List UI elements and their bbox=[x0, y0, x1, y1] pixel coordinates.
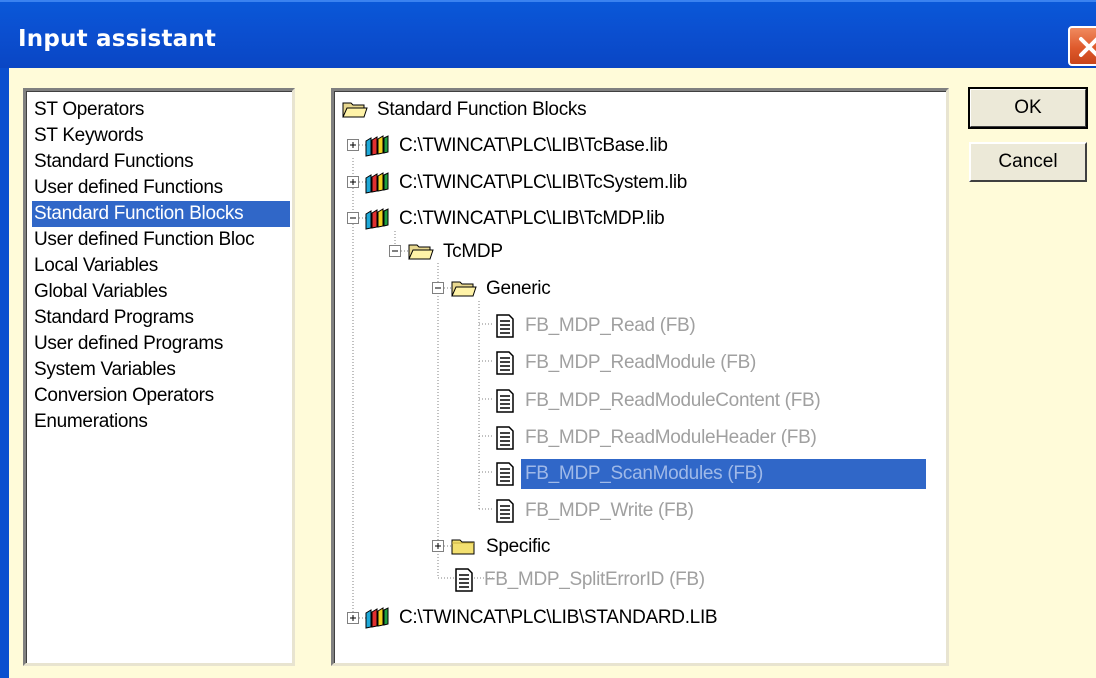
category-item-global-variables[interactable]: Global Variables bbox=[32, 279, 290, 305]
expander-generic bbox=[432, 282, 444, 294]
category-item-enumerations[interactable]: Enumerations bbox=[32, 409, 290, 435]
title-bar[interactable]: Input assistant bbox=[0, 0, 1096, 68]
close-icon bbox=[1079, 37, 1096, 57]
category-item-system-variables[interactable]: System Variables bbox=[32, 357, 290, 383]
tree-root-node[interactable]: Standard Function Blocks bbox=[342, 95, 590, 125]
tree-node-fb-mdp-scanmodules[interactable]: FB_MDP_ScanModules (FB) bbox=[494, 459, 926, 489]
document-icon bbox=[496, 314, 514, 338]
library-books-icon bbox=[365, 135, 389, 157]
tree-node-generic-folder[interactable]: Generic bbox=[451, 274, 554, 304]
document-icon bbox=[496, 426, 514, 450]
document-icon bbox=[496, 389, 514, 413]
library-books-icon bbox=[365, 607, 389, 629]
expander-tcsystem bbox=[347, 176, 359, 188]
category-item-local-variables[interactable]: Local Variables bbox=[32, 253, 290, 279]
window-frame-left bbox=[0, 68, 9, 678]
cancel-button[interactable]: Cancel bbox=[969, 142, 1087, 182]
category-item-conversion-operators[interactable]: Conversion Operators bbox=[32, 383, 290, 409]
tree-node-tcsystem-lib[interactable]: C:\TWINCAT\PLC\LIB\TcSystem.lib bbox=[364, 168, 691, 198]
expander-standard-lib bbox=[347, 612, 359, 624]
document-icon bbox=[496, 462, 514, 486]
expander-tcmdp-folder bbox=[389, 245, 401, 257]
library-books-icon bbox=[365, 172, 389, 194]
tree-node-standard-lib[interactable]: C:\TWINCAT\PLC\LIB\STANDARD.LIB bbox=[364, 603, 721, 633]
document-icon bbox=[496, 499, 514, 523]
document-icon bbox=[455, 568, 473, 592]
category-item-standard-programs[interactable]: Standard Programs bbox=[32, 305, 290, 331]
tree-node-fb-mdp-spliterrorid[interactable]: FB_MDP_SplitErrorID (FB) bbox=[453, 565, 709, 595]
tree-node-tcmdp-lib[interactable]: C:\TWINCAT\PLC\LIB\TcMDP.lib bbox=[364, 204, 668, 234]
category-item-standard-function-blocks[interactable]: Standard Function Blocks bbox=[32, 201, 290, 227]
expander-tcmdp-lib bbox=[347, 212, 359, 224]
expander-tcbase bbox=[347, 139, 359, 151]
library-books-icon bbox=[365, 208, 389, 230]
tree-node-fb-mdp-read[interactable]: FB_MDP_Read (FB) bbox=[494, 311, 699, 341]
tree-node-specific-folder[interactable]: Specific bbox=[451, 532, 554, 562]
category-item-standard-functions[interactable]: Standard Functions bbox=[32, 149, 290, 175]
category-item-user-defined-programs[interactable]: User defined Programs bbox=[32, 331, 290, 357]
tree-node-fb-mdp-readmodulecontent[interactable]: FB_MDP_ReadModuleContent (FB) bbox=[494, 386, 824, 416]
category-item-user-defined-function-blocks[interactable]: User defined Function Bloc bbox=[32, 227, 290, 253]
open-folder-icon bbox=[342, 102, 368, 118]
close-button[interactable] bbox=[1068, 26, 1096, 66]
window-title: Input assistant bbox=[18, 26, 217, 52]
expander-specific bbox=[432, 540, 444, 552]
tree-node-tcmdp-folder[interactable]: TcMDP bbox=[408, 237, 507, 267]
category-item-st-keywords[interactable]: ST Keywords bbox=[32, 123, 290, 149]
category-list[interactable]: ST Operators ST Keywords Standard Functi… bbox=[23, 88, 295, 666]
tree-node-tcbase-lib[interactable]: C:\TWINCAT\PLC\LIB\TcBase.lib bbox=[364, 131, 672, 161]
tree-node-fb-mdp-readmodule[interactable]: FB_MDP_ReadModule (FB) bbox=[494, 348, 760, 378]
function-block-tree[interactable]: Standard Function Blocks C:\TWINCAT\PLC\… bbox=[331, 88, 949, 666]
open-folder-icon bbox=[408, 244, 434, 260]
document-icon bbox=[496, 351, 514, 375]
closed-folder-icon bbox=[451, 539, 475, 555]
tree-node-fb-mdp-write[interactable]: FB_MDP_Write (FB) bbox=[494, 496, 698, 526]
open-folder-icon bbox=[451, 281, 477, 297]
tree-node-fb-mdp-readmoduleheader[interactable]: FB_MDP_ReadModuleHeader (FB) bbox=[494, 423, 820, 453]
category-item-user-defined-functions[interactable]: User defined Functions bbox=[32, 175, 290, 201]
category-item-st-operators[interactable]: ST Operators bbox=[32, 97, 290, 123]
ok-button[interactable]: OK bbox=[968, 87, 1088, 129]
